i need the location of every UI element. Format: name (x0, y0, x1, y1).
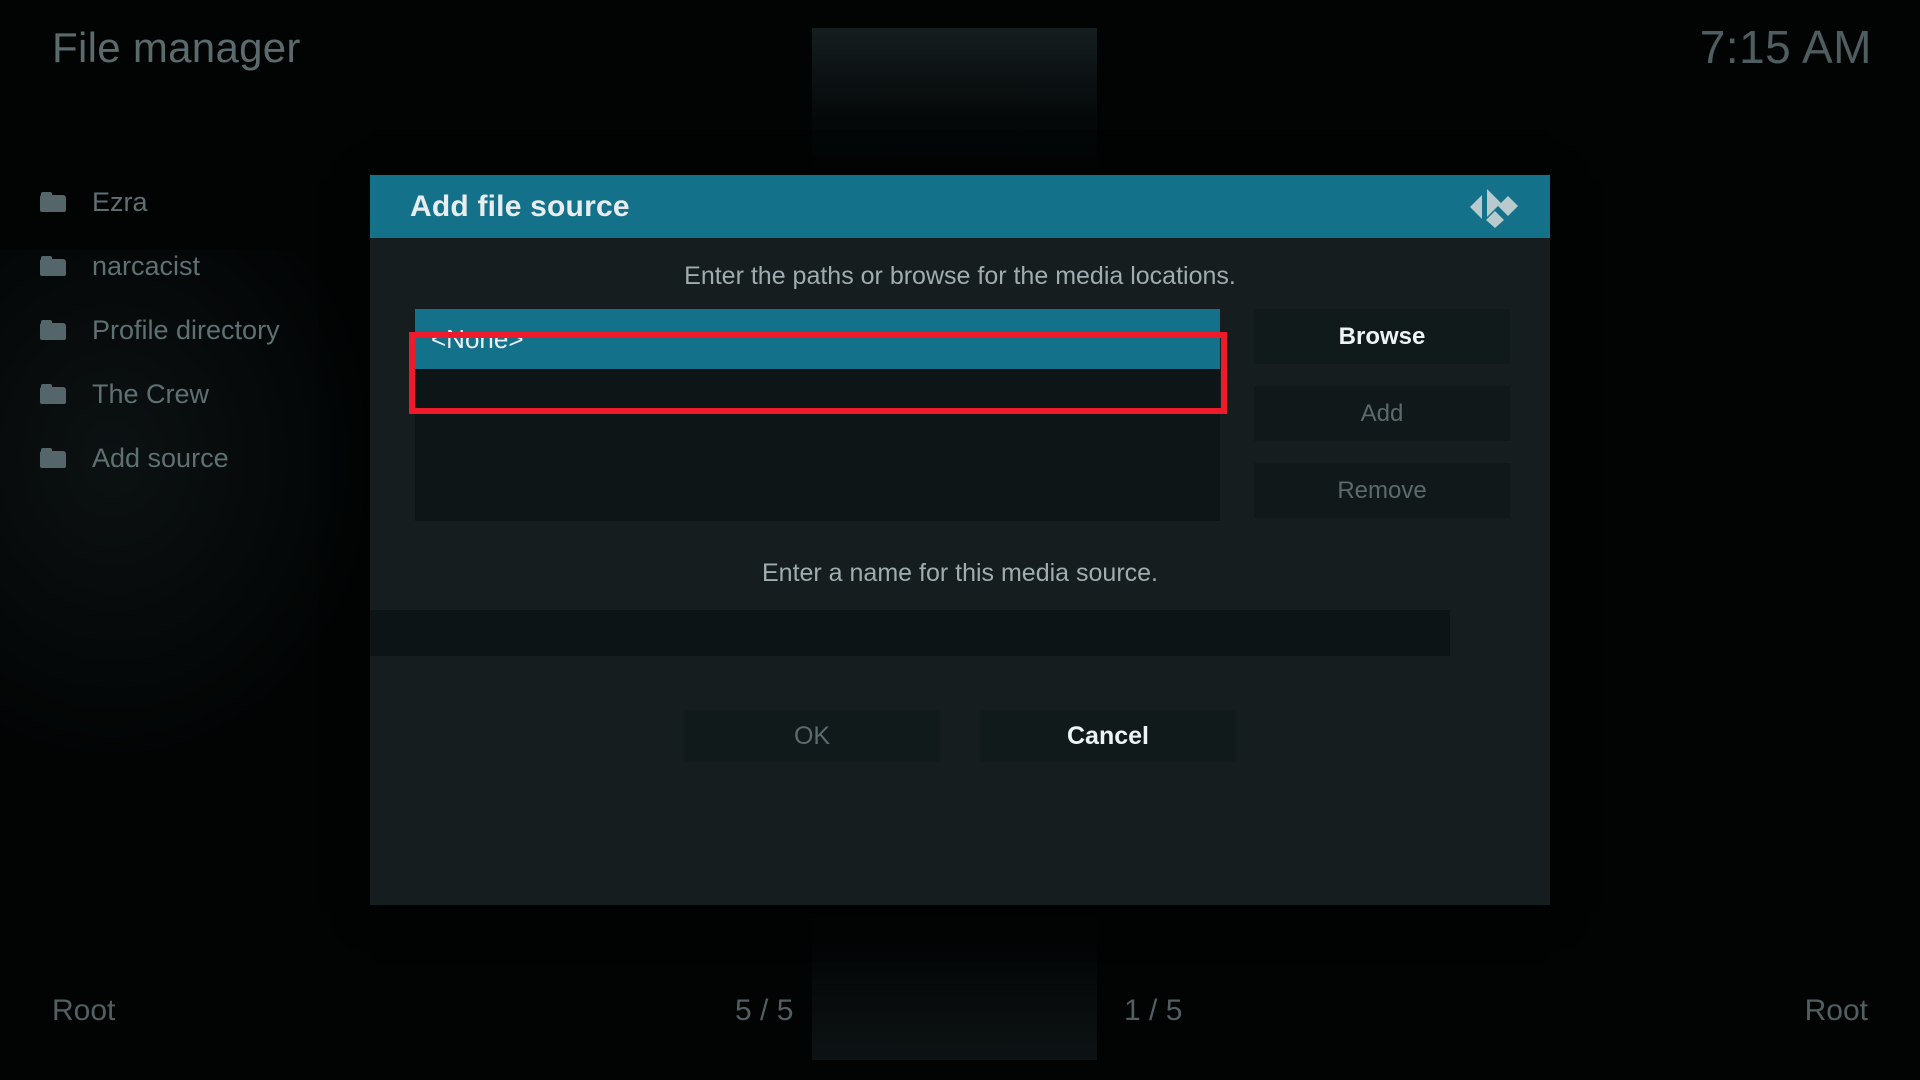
media-source-name-input[interactable] (370, 610, 1450, 656)
dialog-footer: OK Cancel (370, 710, 1550, 762)
dialog-body: Enter the paths or browse for the media … (370, 262, 1550, 762)
paths-action-buttons: Browse Add Remove (1254, 309, 1510, 521)
sidebar-item-narcacist[interactable]: narcacist (0, 234, 380, 298)
path-item-selected[interactable]: <None> (415, 309, 1220, 371)
paths-row: <None> Browse Add Remove (370, 309, 1550, 521)
status-right-path: Root (1804, 994, 1868, 1027)
paths-list-empty-area[interactable] (415, 371, 1220, 521)
sidebar-item-label: narcacist (92, 250, 201, 281)
sidebar-item-ezra[interactable]: Ezra (0, 170, 380, 234)
sidebar-item-the-crew[interactable]: The Crew (0, 362, 380, 426)
kodi-logo-icon (1468, 185, 1520, 229)
status-count-right: 1 / 5 (1124, 994, 1183, 1027)
folder-icon (40, 448, 66, 468)
status-left-path: Root (52, 994, 116, 1027)
paths-hint-label: Enter the paths or browse for the media … (684, 262, 1236, 290)
sidebar-item-label: The Crew (92, 378, 210, 409)
dialog-header: Add file source (370, 175, 1550, 238)
cancel-button[interactable]: Cancel (980, 710, 1236, 762)
sidebar-item-profile-directory[interactable]: Profile directory (0, 298, 380, 362)
paths-list[interactable]: <None> (415, 309, 1220, 521)
page-title: File manager (52, 24, 301, 71)
name-hint-label: Enter a name for this media source. (761, 559, 1159, 587)
folder-icon (40, 320, 66, 340)
folder-icon (40, 384, 66, 404)
browse-button[interactable]: Browse (1254, 309, 1510, 364)
folder-icon (40, 256, 66, 276)
kodi-screen: File manager 7:15 AM Ezra narcacist Prof… (0, 0, 1920, 1080)
add-file-source-dialog: Add file source Enter the paths or brows… (370, 175, 1550, 905)
folder-icon (40, 192, 66, 212)
dialog-title: Add file source (410, 189, 630, 223)
status-bar: Root 5 / 5 1 / 5 Root (0, 984, 1920, 1080)
background-glow-top (812, 28, 1097, 178)
sidebar-item-label: Ezra (92, 186, 148, 217)
status-count-left: 5 / 5 (735, 994, 794, 1027)
add-button[interactable]: Add (1254, 386, 1510, 441)
clock: 7:15 AM (1699, 21, 1872, 73)
file-list-sidebar: Ezra narcacist Profile directory The Cre… (0, 170, 380, 490)
sidebar-item-label: Add source (92, 442, 229, 473)
sidebar-item-label: Profile directory (92, 314, 280, 345)
sidebar-item-add-source[interactable]: Add source (0, 426, 380, 490)
ok-button[interactable]: OK (684, 710, 940, 762)
remove-button[interactable]: Remove (1254, 463, 1510, 518)
